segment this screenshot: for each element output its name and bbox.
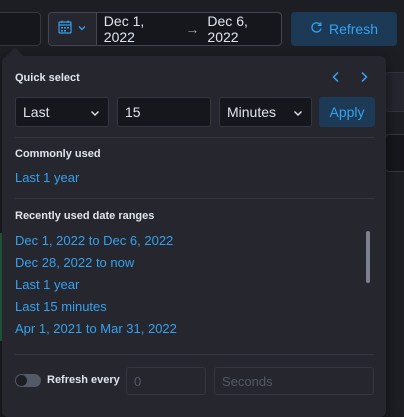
direction-value: Last [23, 104, 50, 120]
amount-input[interactable]: 15 [117, 97, 211, 127]
background-panel-right [385, 72, 404, 112]
commonly-used-item[interactable]: Last 1 year [15, 170, 79, 185]
chevron-down-icon [292, 106, 304, 122]
calendar-icon [58, 20, 72, 39]
direction-select[interactable]: Last [15, 97, 109, 127]
refresh-label: Refresh [328, 21, 379, 37]
chevron-down-icon [89, 106, 101, 122]
recent-range-item[interactable]: Last 1 year [15, 277, 79, 292]
recent-range-item[interactable]: Dec 1, 2022 to Dec 6, 2022 [15, 233, 173, 248]
unit-select[interactable]: Minutes [219, 97, 312, 127]
background-input-right [385, 134, 404, 172]
divider [15, 137, 374, 138]
refresh-button[interactable]: Refresh [291, 12, 397, 46]
end-date-button[interactable]: Dec 6, 2022 [207, 13, 281, 45]
recent-range-item[interactable]: Apr 1, 2021 to Mar 31, 2022 [15, 321, 177, 336]
toggle-knob [16, 375, 27, 386]
quick-select-title: Quick select [15, 72, 80, 84]
arrow-right-icon: → [185, 21, 200, 37]
refresh-toggle[interactable] [15, 374, 41, 387]
recent-ranges-title: Recently used date ranges [15, 210, 155, 222]
recent-ranges-scrollbar[interactable] [366, 231, 370, 283]
refresh-icon [310, 21, 323, 37]
chevron-down-icon [77, 20, 87, 38]
divider [15, 354, 374, 355]
refresh-unit-select[interactable] [214, 367, 374, 395]
refresh-every-label: Refresh every [47, 374, 120, 386]
quick-menu-button[interactable] [49, 13, 97, 45]
quick-select-popover: Quick select Last 15 Minutes Apply Commo… [2, 47, 386, 417]
recent-range-item[interactable]: Last 15 minutes [15, 299, 107, 314]
apply-button[interactable]: Apply [319, 97, 375, 127]
refresh-interval-input[interactable] [126, 367, 206, 395]
background-input-left [0, 12, 41, 46]
unit-value: Minutes [227, 104, 277, 120]
chevron-left-icon[interactable] [331, 70, 341, 88]
commonly-used-title: Commonly used [15, 148, 101, 160]
start-date-button[interactable]: Dec 1, 2022 [104, 13, 178, 45]
chevron-right-icon[interactable] [359, 70, 369, 88]
recent-range-item[interactable]: Dec 28, 2022 to now [15, 255, 134, 270]
date-range-picker: Dec 1, 2022 → Dec 6, 2022 [48, 12, 282, 46]
amount-value: 15 [125, 104, 141, 120]
divider [15, 198, 374, 199]
popover-arrow [6, 47, 24, 65]
